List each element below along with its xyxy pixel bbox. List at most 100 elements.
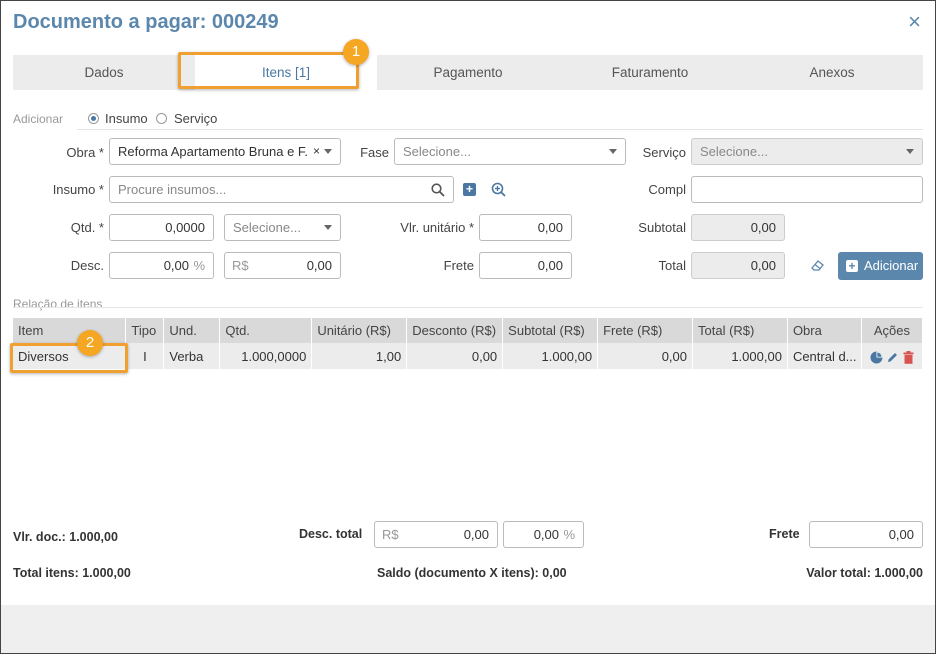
col-item[interactable]: Item	[13, 318, 127, 343]
chevron-down-icon	[906, 149, 914, 154]
items-table: Item Tipo Und. Qtd. Unitário (R$) Descon…	[13, 318, 924, 369]
document-dialog: Documento a pagar: 000249 × Dados Itens …	[0, 0, 936, 654]
fase-label: Fase	[360, 145, 389, 160]
col-total[interactable]: Total (R$)	[692, 318, 788, 343]
dialog-title: Documento a pagar: 000249	[13, 11, 279, 33]
cell-obra: Central d...	[787, 343, 862, 369]
radio-insumo[interactable]	[88, 113, 99, 124]
desc-pct-input[interactable]: 0,00 %	[109, 252, 214, 279]
vlr-unit-label: Vlr. unitário *	[400, 220, 474, 235]
currency-symbol: R$	[382, 527, 399, 542]
unit-placeholder: Selecione...	[233, 220, 301, 235]
desc-rs-value: 0,00	[306, 258, 332, 273]
clear-icon[interactable]: ×	[313, 139, 320, 164]
col-frete[interactable]: Frete (R$)	[597, 318, 693, 343]
pie-chart-icon[interactable]	[870, 351, 883, 364]
divider	[77, 129, 923, 130]
currency-symbol: R$	[232, 258, 249, 273]
cell-acoes	[861, 343, 924, 369]
total-itens-text: Total itens: 1.000,00	[13, 566, 131, 580]
cell-unitario: 1,00	[311, 343, 408, 369]
obra-select[interactable]: Reforma Apartamento Bruna e F... ×	[109, 138, 341, 165]
step-badge-1: 1	[343, 39, 369, 65]
plus-square-icon: +	[846, 260, 858, 272]
radio-insumo-label: Insumo	[105, 111, 148, 126]
zoom-in-icon[interactable]	[491, 182, 506, 197]
chevron-down-icon	[609, 149, 617, 154]
obra-value: Reforma Apartamento Bruna e F...	[118, 144, 308, 159]
plus-square-icon[interactable]: +	[463, 183, 476, 196]
add-item-button[interactable]: + Adicionar	[838, 252, 923, 280]
items-section-label: Relação de itens	[13, 297, 103, 311]
percent-symbol: %	[563, 527, 575, 542]
desc-total-label: Desc. total	[299, 527, 363, 541]
cell-subtotal: 1.000,00	[502, 343, 599, 369]
valor-total-text: Valor total: 1.000,00	[806, 566, 923, 580]
tab-anexos[interactable]: Anexos	[741, 55, 923, 90]
trash-icon[interactable]	[903, 350, 914, 364]
insumo-search-input[interactable]: Procure insumos...	[109, 176, 454, 203]
cell-tipo: I	[125, 343, 165, 369]
servico-select: Selecione...	[691, 138, 923, 165]
close-icon[interactable]: ×	[908, 11, 921, 33]
desc-total-pct-value: 0,00	[533, 527, 559, 542]
add-button-label: Adicionar	[864, 258, 919, 273]
total-label: Total	[658, 258, 686, 273]
col-tipo[interactable]: Tipo	[125, 318, 165, 343]
obra-label: Obra *	[66, 145, 104, 160]
saldo-text: Saldo (documento X itens): 0,00	[377, 566, 567, 580]
dialog-footer-bar	[1, 605, 935, 653]
frete-input[interactable]: 0,00	[479, 252, 572, 279]
total-field: 0,00	[691, 252, 785, 279]
cell-desconto: 0,00	[406, 343, 504, 369]
col-subtotal[interactable]: Subtotal (R$)	[502, 318, 599, 343]
tab-bar: Dados Itens [1] Pagamento Faturamento An…	[13, 55, 923, 90]
vlr-doc-text: Vlr. doc.: 1.000,00	[13, 530, 118, 544]
add-section-label: Adicionar	[13, 112, 64, 126]
radio-servico-label: Serviço	[174, 111, 218, 126]
desc-total-rs-value: 0,00	[463, 527, 489, 542]
desc-pct-value: 0,00	[163, 258, 189, 273]
col-und[interactable]: Und.	[163, 318, 221, 343]
chevron-down-icon	[324, 225, 332, 230]
vlr-unit-input[interactable]: 0,00	[479, 214, 572, 241]
qtd-input[interactable]: 0,0000	[109, 214, 214, 241]
eraser-icon[interactable]	[811, 259, 825, 271]
tab-pagamento[interactable]: Pagamento	[377, 55, 559, 90]
servico-label: Serviço	[642, 145, 686, 160]
frete-label: Frete	[443, 258, 474, 273]
footer-frete-input[interactable]: 0,00	[809, 521, 923, 548]
compl-input[interactable]	[691, 176, 923, 203]
percent-symbol: %	[193, 258, 205, 273]
fase-select[interactable]: Selecione...	[394, 138, 626, 165]
step-badge-2: 2	[77, 330, 103, 356]
compl-label: Compl	[648, 182, 686, 197]
search-icon[interactable]	[431, 183, 445, 197]
desc-total-rs-input[interactable]: R$ 0,00	[374, 521, 498, 548]
table-header-row: Item Tipo Und. Qtd. Unitário (R$) Descon…	[13, 318, 924, 343]
tab-dados[interactable]: Dados	[13, 55, 195, 90]
table-row[interactable]: Diversos I Verba 1.000,0000 1,00 0,00 1.…	[13, 343, 924, 369]
col-acoes: Ações	[861, 318, 924, 343]
footer-frete-label: Frete	[769, 527, 800, 541]
col-unitario[interactable]: Unitário (R$)	[311, 318, 408, 343]
fase-placeholder: Selecione...	[403, 144, 471, 159]
unit-select[interactable]: Selecione...	[224, 214, 341, 241]
col-desconto[interactable]: Desconto (R$)	[406, 318, 504, 343]
qtd-label: Qtd. *	[70, 220, 104, 235]
edit-pencil-icon[interactable]	[886, 351, 899, 364]
cell-frete: 0,00	[597, 343, 693, 369]
chevron-down-icon	[324, 149, 332, 154]
desc-total-pct-input[interactable]: 0,00 %	[503, 521, 584, 548]
desc-rs-input[interactable]: R$ 0,00	[224, 252, 341, 279]
col-qtd[interactable]: Qtd.	[219, 318, 313, 343]
cell-item: Diversos	[13, 343, 127, 369]
servico-placeholder: Selecione...	[700, 144, 768, 159]
radio-servico[interactable]	[156, 113, 167, 124]
cell-qtd: 1.000,0000	[219, 343, 313, 369]
insumo-label: Insumo *	[52, 182, 104, 197]
divider	[13, 307, 923, 308]
tab-faturamento[interactable]: Faturamento	[559, 55, 741, 90]
col-obra[interactable]: Obra	[787, 318, 862, 343]
desc-label: Desc.	[70, 258, 104, 273]
